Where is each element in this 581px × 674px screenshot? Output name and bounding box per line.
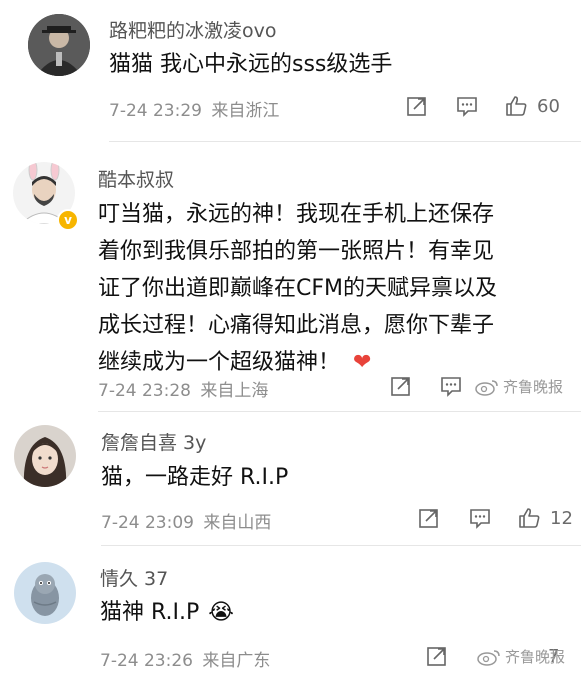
- comment-item: 詹詹自喜 3y 猫，一路走好 R.I.P 7-24 23:09 来自山西 12: [0, 412, 581, 546]
- comment-text: 猫猫 我心中永远的sss级选手: [109, 46, 392, 83]
- avatar[interactable]: [14, 562, 76, 624]
- watermark-text: 齐鲁晚报: [503, 378, 564, 396]
- like-thumb-icon: [506, 96, 527, 116]
- share-icon: [419, 509, 438, 528]
- action-bar: 60: [0, 92, 581, 120]
- comment-icon: [441, 377, 461, 397]
- comment-line: 猫，一路走好 R.I.P: [101, 465, 289, 490]
- watermark: 齐鲁晚报: [476, 646, 565, 667]
- avatar[interactable]: [14, 425, 76, 487]
- username[interactable]: 路粑粑的冰激凌ovo: [109, 16, 277, 43]
- like-button[interactable]: 60: [505, 92, 560, 120]
- comment-item: 情久 37 猫神 R.I.P 😭 7-24 23:26 来自广东 7 齐鲁晚报: [0, 546, 581, 674]
- verified-badge: v: [57, 209, 79, 231]
- comment-item: 路粑粑的冰激凌ovo 猫猫 我心中永远的sss级选手 7-24 23:29 来自…: [0, 0, 581, 142]
- share-button[interactable]: [418, 504, 440, 532]
- weibo-logo-icon: [475, 379, 498, 396]
- share-button[interactable]: [406, 92, 428, 120]
- comment-line-text: 猫神 R.I.P: [100, 600, 200, 625]
- comment-line: 着你到我俱乐部拍的第一张照片！有幸见: [98, 239, 495, 264]
- comment-line: 猫神 R.I.P 😭: [100, 594, 234, 631]
- comment-icon: [457, 97, 477, 117]
- comment-line: 猫猫 我心中永远的sss级选手: [109, 52, 393, 77]
- comment-text: 叮当猫，永远的神！我现在手机上还保存 着你到我俱乐部拍的第一张照片！有幸见 证了…: [98, 196, 497, 381]
- comment-line: 证了你出道即巅峰在CFM的天赋异禀以及: [98, 276, 497, 301]
- action-bar: 12: [0, 504, 581, 532]
- share-button[interactable]: [426, 642, 448, 670]
- comment-line: 成长过程！心痛得知此消息，愿你下辈子: [98, 313, 495, 338]
- reply-button[interactable]: [440, 372, 462, 400]
- username[interactable]: 詹詹自喜 3y: [101, 428, 206, 455]
- username[interactable]: 情久 37: [100, 564, 168, 591]
- reply-button[interactable]: [469, 504, 491, 532]
- avatar[interactable]: [28, 14, 90, 76]
- watermark: 齐鲁晚报: [474, 376, 563, 397]
- comment-text: 猫，一路走好 R.I.P: [101, 459, 288, 496]
- like-count: 12: [550, 507, 573, 529]
- comment-item: v 酷本叔叔 叮当猫，永远的神！我现在手机上还保存 着你到我俱乐部拍的第一张照片…: [0, 142, 581, 412]
- share-icon: [427, 647, 446, 666]
- comment-icon: [470, 509, 490, 529]
- comment-text: 猫神 R.I.P 😭: [100, 594, 234, 631]
- reply-button[interactable]: [456, 92, 478, 120]
- share-icon: [407, 97, 426, 116]
- watermark-text: 齐鲁晚报: [505, 648, 566, 666]
- username[interactable]: 酷本叔叔: [98, 165, 174, 192]
- share-button[interactable]: [390, 372, 412, 400]
- share-icon: [391, 377, 410, 396]
- like-thumb-icon: [519, 508, 540, 528]
- comment-line: 叮当猫，永远的神！我现在手机上还保存: [98, 202, 495, 227]
- crying-emoji-icon: 😭: [208, 600, 234, 625]
- like-count: 60: [537, 95, 560, 117]
- weibo-logo-icon: [477, 649, 500, 666]
- like-button[interactable]: 12: [518, 504, 573, 532]
